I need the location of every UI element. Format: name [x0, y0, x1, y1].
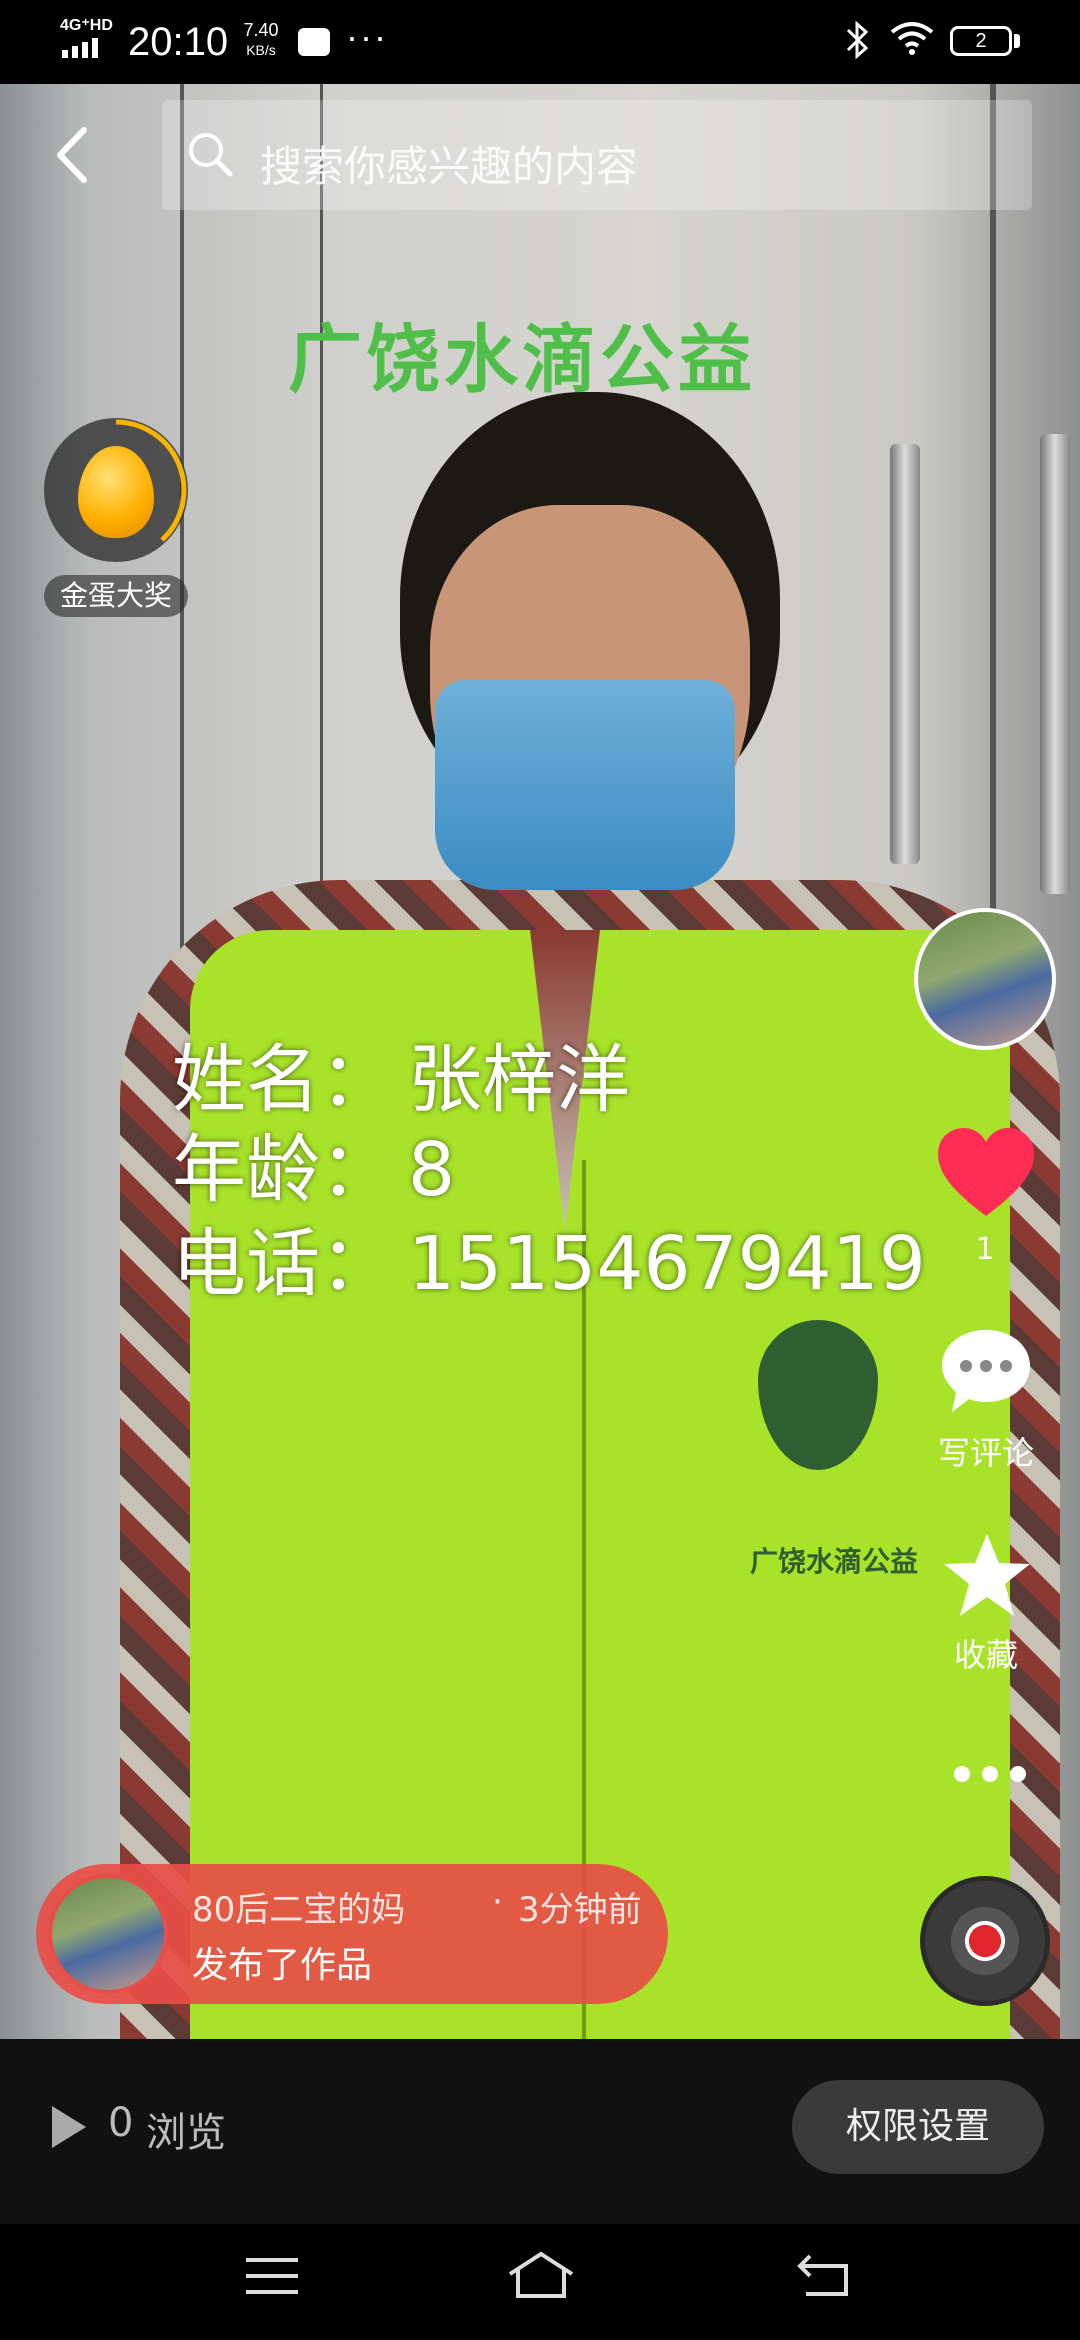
network-speed: 7.40 KB/s	[236, 20, 286, 60]
battery-tip	[1014, 34, 1020, 48]
toast-avatar	[48, 1874, 168, 1994]
signal-icon	[62, 38, 98, 58]
door-handle	[1040, 434, 1070, 894]
network-speed-value: 7.40	[243, 20, 279, 40]
toast-action: 发布了作品	[192, 1945, 373, 1986]
search-icon	[189, 133, 233, 177]
star-icon[interactable]	[940, 1530, 1034, 1620]
permission-settings-button[interactable]: 权限设置	[792, 2080, 1044, 2174]
caption-age-value: 8	[408, 1127, 456, 1213]
heart-icon[interactable]	[934, 1126, 1038, 1222]
toast-username: 80后二宝的妈	[192, 1890, 406, 1930]
favorite-label[interactable]: 收藏	[916, 1630, 1056, 1676]
caption-age-label: 年龄：	[172, 1127, 394, 1213]
golden-egg-label[interactable]: 金蛋大奖	[44, 575, 188, 617]
caption-name-label: 姓名：	[172, 1037, 394, 1123]
comment-label[interactable]: 写评论	[916, 1428, 1056, 1474]
bluetooth-icon	[846, 20, 869, 60]
view-label: 浏览	[146, 2110, 226, 2156]
notification-icon	[298, 28, 330, 56]
caption-phone-value: 15154679419	[408, 1221, 926, 1307]
play-icon	[52, 2106, 86, 2148]
system-back-icon[interactable]	[796, 2252, 852, 2298]
search-placeholder[interactable]: 搜索你感兴趣的内容	[260, 133, 638, 194]
wall-sign: 广饶水滴公益	[288, 317, 756, 403]
face-mask	[435, 680, 735, 890]
more-notifications-icon: ···	[346, 16, 388, 57]
view-count: 0	[108, 2100, 134, 2146]
comment-icon[interactable]	[938, 1326, 1034, 1418]
menu-icon[interactable]	[246, 2256, 298, 2296]
toast-separator: ·	[492, 1882, 503, 1922]
clock: 20:10	[128, 20, 229, 64]
vest-logo-text: 广饶水滴公益	[750, 1545, 919, 1578]
home-icon[interactable]	[506, 2250, 576, 2300]
door-handle	[890, 444, 920, 864]
caption-phone-label: 电话：	[172, 1221, 394, 1307]
wifi-icon	[890, 22, 934, 55]
back-button[interactable]	[44, 120, 104, 190]
toast-time: 3分钟前	[518, 1890, 642, 1930]
network-indicator: 4G⁺HD	[60, 17, 113, 34]
more-icon[interactable]	[950, 1762, 1030, 1786]
battery-icon: 2	[950, 26, 1012, 56]
music-disc-icon[interactable]	[920, 1876, 1050, 2006]
network-speed-unit: KB/s	[246, 42, 276, 58]
author-avatar[interactable]	[914, 908, 1056, 1050]
caption-name-value: 张梓洋	[408, 1037, 630, 1123]
like-count: 1	[975, 1232, 995, 1267]
